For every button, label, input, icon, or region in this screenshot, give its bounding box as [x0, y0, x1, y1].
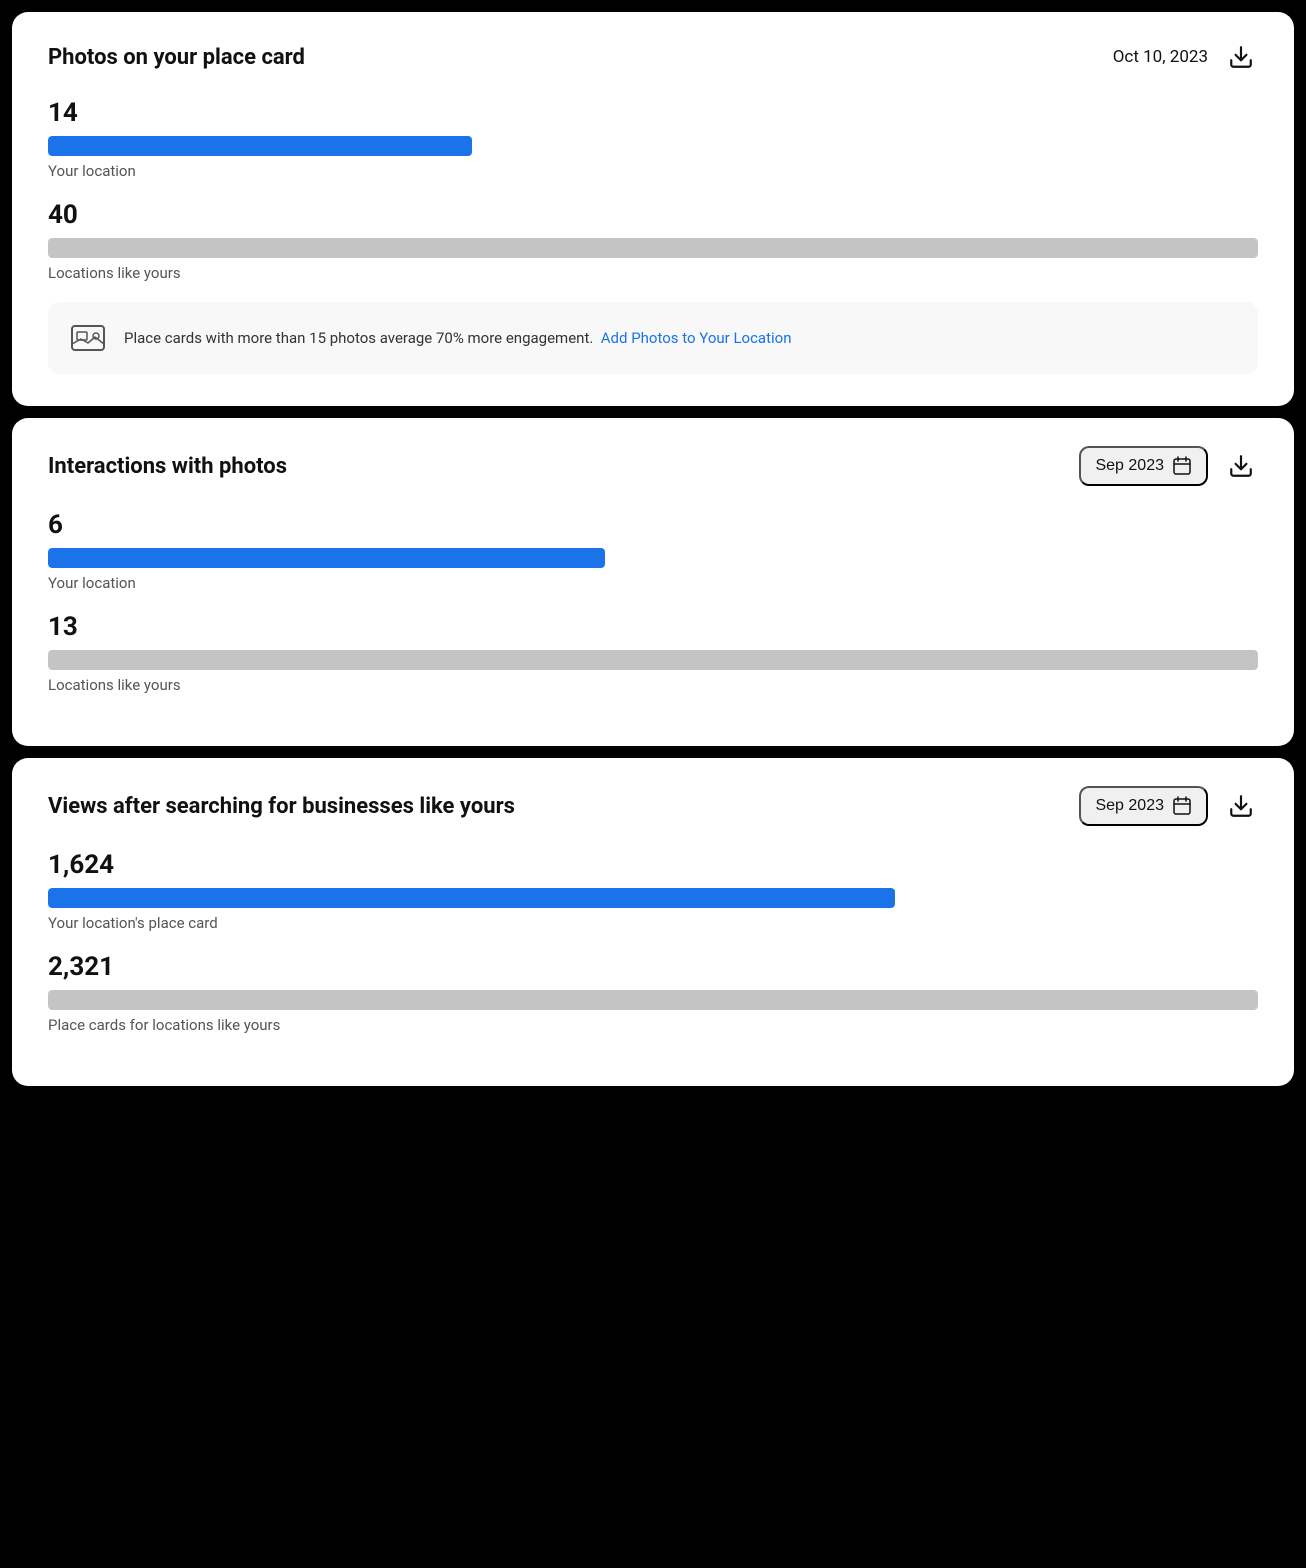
- calendar-icon: [1172, 796, 1192, 816]
- photos-your-location-metric: 14 Your location: [48, 98, 1258, 180]
- views-comparable-metric: 2,321 Place cards for locations like you…: [48, 952, 1258, 1034]
- photos-card-header: Photos on your place card Oct 10, 2023: [48, 40, 1258, 74]
- photos-comparable-bar-fill: [48, 238, 1258, 258]
- photos-card-title: Photos on your place card: [48, 45, 305, 70]
- views-comparable-value: 2,321: [48, 952, 1258, 982]
- photos-info-box: Place cards with more than 15 photos ave…: [48, 302, 1258, 374]
- interactions-comparable-value: 13: [48, 612, 1258, 642]
- photos-comparable-value: 40: [48, 200, 1258, 230]
- views-comparable-bar: [48, 990, 1258, 1010]
- interactions-your-location-value: 6: [48, 510, 1258, 540]
- interactions-date-button[interactable]: Sep 2023: [1079, 446, 1208, 486]
- interactions-comparable-label: Locations like yours: [48, 676, 1258, 694]
- interactions-card-header: Interactions with photos Sep 2023: [48, 446, 1258, 486]
- photos-info-text: Place cards with more than 15 photos ave…: [124, 327, 791, 350]
- photos-comparable-bar: [48, 238, 1258, 258]
- photos-header-right: Oct 10, 2023: [1113, 40, 1258, 74]
- download-icon: [1228, 793, 1254, 819]
- views-date-button[interactable]: Sep 2023: [1079, 786, 1208, 826]
- photos-download-button[interactable]: [1224, 40, 1258, 74]
- photos-comparable-label: Locations like yours: [48, 264, 1258, 282]
- views-comparable-label: Place cards for locations like yours: [48, 1016, 1258, 1034]
- interactions-comparable-bar-fill: [48, 650, 1258, 670]
- photos-your-location-label: Your location: [48, 162, 1258, 180]
- views-download-button[interactable]: [1224, 789, 1258, 823]
- photos-card: Photos on your place card Oct 10, 2023 1…: [12, 12, 1294, 406]
- interactions-your-location-label: Your location: [48, 574, 1258, 592]
- views-header-right: Sep 2023: [1079, 786, 1258, 826]
- interactions-date-label: Sep 2023: [1095, 457, 1164, 475]
- interactions-card: Interactions with photos Sep 2023: [12, 418, 1294, 746]
- photos-your-location-bar: [48, 136, 1258, 156]
- photos-add-link[interactable]: Add Photos to Your Location: [601, 329, 792, 347]
- views-your-location-label: Your location's place card: [48, 914, 1258, 932]
- views-date-label: Sep 2023: [1095, 797, 1164, 815]
- interactions-your-location-bar-fill: [48, 548, 605, 568]
- views-your-location-bar: [48, 888, 1258, 908]
- calendar-icon: [1172, 456, 1192, 476]
- views-card: Views after searching for businesses lik…: [12, 758, 1294, 1086]
- interactions-comparable-bar: [48, 650, 1258, 670]
- interactions-download-button[interactable]: [1224, 449, 1258, 483]
- interactions-your-location-bar: [48, 548, 1258, 568]
- interactions-header-right: Sep 2023: [1079, 446, 1258, 486]
- interactions-comparable-metric: 13 Locations like yours: [48, 612, 1258, 694]
- views-comparable-bar-fill: [48, 990, 1258, 1010]
- views-your-location-metric: 1,624 Your location's place card: [48, 850, 1258, 932]
- views-card-title: Views after searching for businesses lik…: [48, 794, 515, 819]
- photos-your-location-bar-fill: [48, 136, 472, 156]
- download-icon: [1228, 44, 1254, 70]
- interactions-card-title: Interactions with photos: [48, 454, 287, 479]
- photos-date: Oct 10, 2023: [1113, 47, 1208, 67]
- photos-info-icon: [68, 318, 108, 358]
- download-icon: [1228, 453, 1254, 479]
- views-card-header: Views after searching for businesses lik…: [48, 786, 1258, 826]
- photos-your-location-value: 14: [48, 98, 1258, 128]
- interactions-your-location-metric: 6 Your location: [48, 510, 1258, 592]
- views-your-location-bar-fill: [48, 888, 895, 908]
- views-your-location-value: 1,624: [48, 850, 1258, 880]
- photos-comparable-metric: 40 Locations like yours: [48, 200, 1258, 282]
